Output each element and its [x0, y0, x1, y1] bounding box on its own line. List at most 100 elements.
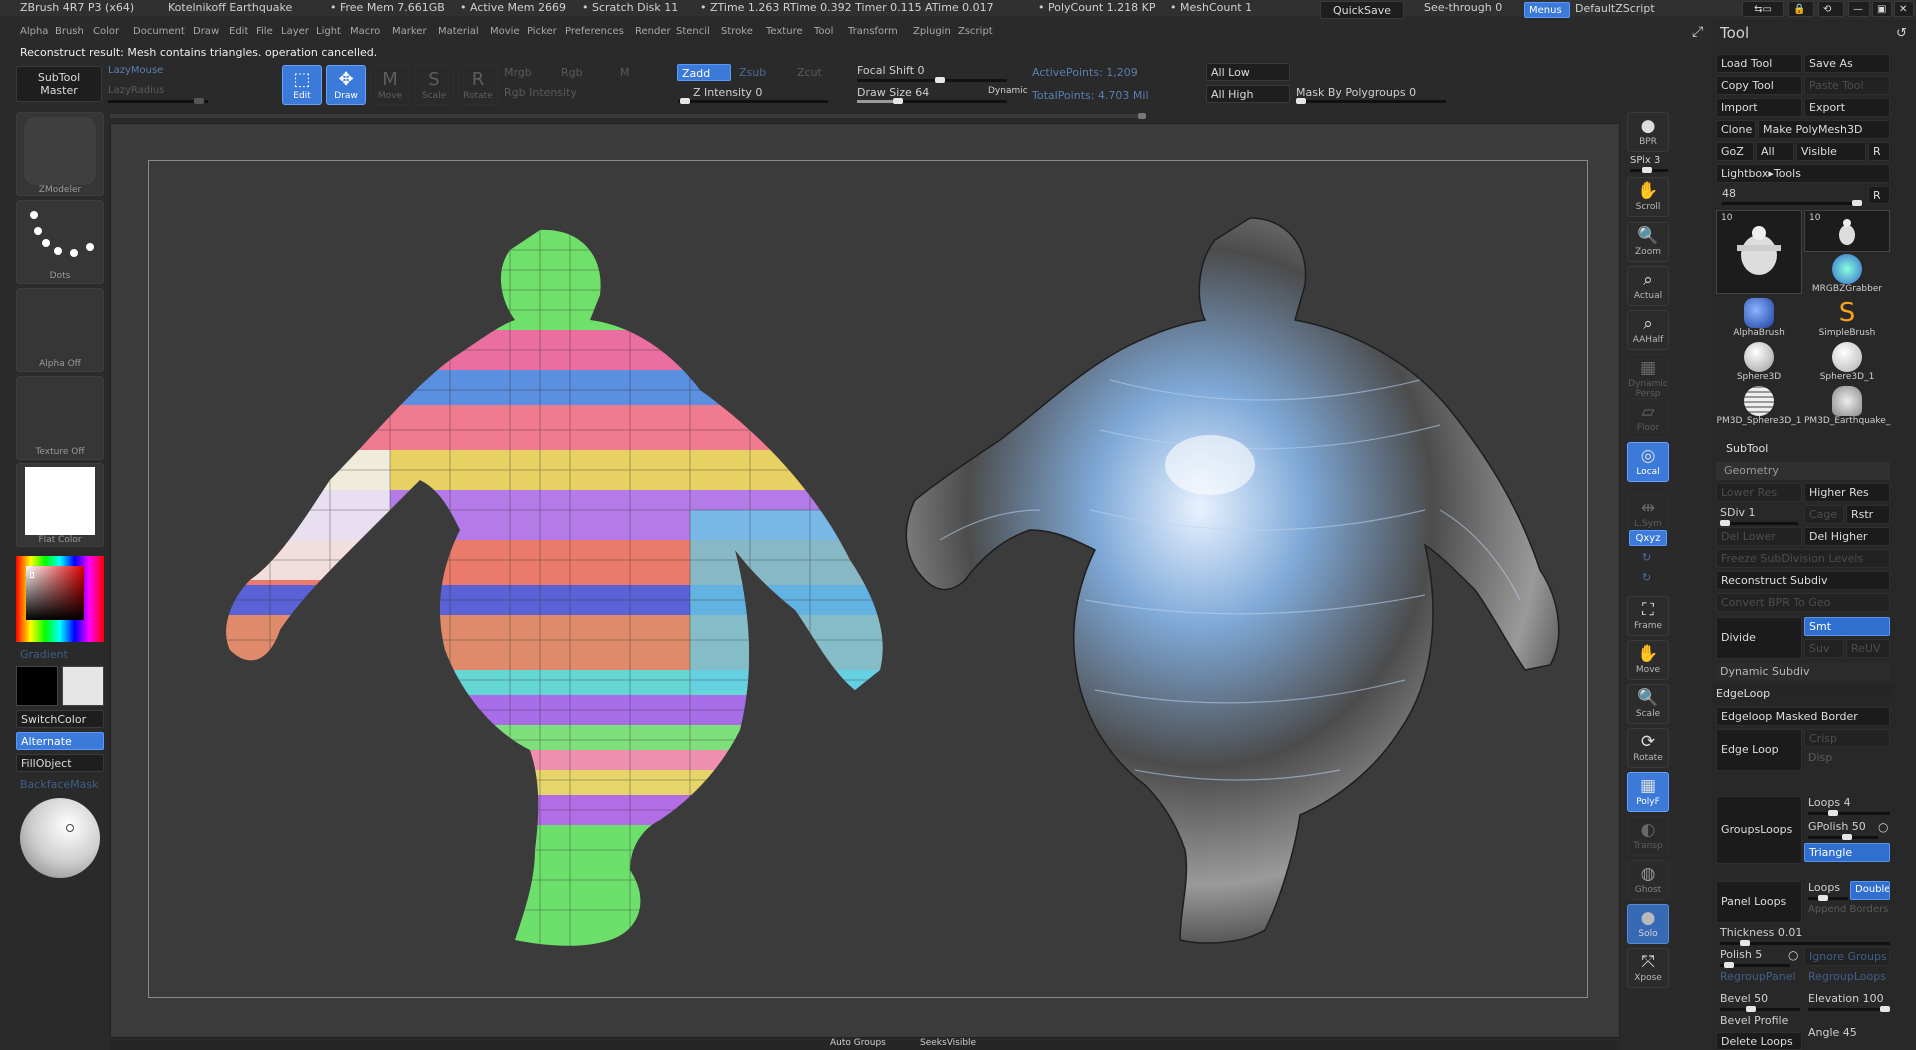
gpolish-slider[interactable]: GPolish 50 [1808, 820, 1866, 833]
menu-stencil[interactable]: Stencil [676, 26, 710, 37]
solo-button[interactable]: ● Solo [1627, 904, 1669, 944]
menu-color[interactable]: Color [93, 26, 119, 37]
menu-movie[interactable]: Movie [490, 26, 520, 37]
draw-size-track[interactable] [857, 98, 1007, 104]
zcut-button[interactable]: Zcut [797, 66, 822, 79]
sdiv-slider[interactable]: SDiv 1 [1720, 506, 1756, 519]
lower-res-button[interactable]: Lower Res [1716, 483, 1802, 502]
thickness-track[interactable] [1720, 940, 1890, 946]
mask-by-polygroups-track[interactable] [1296, 98, 1446, 104]
auto-groups-button[interactable]: Auto Groups [830, 1038, 886, 1048]
polyf-button[interactable]: ▦ PolyF [1627, 772, 1669, 812]
loops-track[interactable] [1808, 810, 1890, 816]
mask-by-polygroups-slider[interactable]: Mask By Polygroups 0 [1296, 86, 1416, 99]
tool-count-track[interactable] [1722, 200, 1862, 206]
panel-loops-slider[interactable]: Loops [1808, 881, 1840, 894]
fillobject-button[interactable]: FillObject [16, 754, 104, 772]
backfacemask-button[interactable]: BackfaceMask [20, 778, 98, 791]
rstr-button[interactable]: Rstr [1846, 505, 1890, 524]
scroll-button[interactable]: ✋ Scroll [1627, 177, 1669, 217]
panel-loops-button[interactable]: Panel Loops [1716, 881, 1802, 923]
lazyradius-slider[interactable]: LazyRadius [108, 85, 164, 96]
polish-toggle-icon[interactable]: ○ [1788, 948, 1798, 962]
subtool-section-header[interactable]: SubTool [1726, 442, 1768, 455]
brush-button[interactable]: ZModeler [16, 112, 104, 196]
convert-bpr-button[interactable]: Convert BPR To Geo [1716, 593, 1890, 612]
floor-button[interactable]: ▱ Floor [1627, 398, 1669, 438]
paste-tool-button[interactable]: Paste Tool [1804, 76, 1890, 95]
triangle-toggle[interactable]: Triangle [1804, 843, 1890, 862]
menu-brush[interactable]: Brush [55, 26, 84, 37]
polish-track[interactable] [1720, 962, 1790, 968]
texture-button[interactable]: Texture Off [16, 376, 104, 460]
rotate-z-icon[interactable]: ↻ [1642, 571, 1651, 584]
smt-toggle[interactable]: Smt [1804, 617, 1890, 636]
gradient-button[interactable]: Gradient [20, 648, 68, 661]
bevel-profile-header[interactable]: Bevel Profile [1720, 1014, 1788, 1027]
color-sv-square[interactable] [26, 566, 84, 620]
material-button[interactable]: Flat Color [16, 463, 104, 547]
rotate-view-button[interactable]: ⟳ Rotate [1627, 728, 1669, 768]
tool-count-slider[interactable]: 48 [1722, 187, 1736, 200]
light-position-dot[interactable] [66, 824, 74, 832]
save-as-button[interactable]: Save As [1804, 54, 1890, 73]
dynamic-subdiv-header[interactable]: Dynamic Subdiv [1716, 663, 1890, 681]
tool-thumb-pm3d-earthquake[interactable]: PM3D_Earthquake_ [1804, 386, 1890, 428]
menu-marker[interactable]: Marker [392, 26, 427, 37]
menu-texture[interactable]: Texture [766, 26, 803, 37]
elevation-track[interactable] [1808, 1006, 1890, 1012]
polygroup-figure[interactable] [210, 210, 890, 950]
move-mode-button[interactable]: M Move [370, 65, 410, 105]
color-picker[interactable] [16, 556, 104, 642]
scale-view-button[interactable]: 🔍 Scale [1627, 684, 1669, 724]
regroup-panel-toggle[interactable]: RegroupPanel [1720, 970, 1796, 983]
tool-thumb-earthquake[interactable]: 10 [1716, 210, 1802, 294]
del-lower-button[interactable]: Del Lower [1716, 527, 1802, 546]
clone-button[interactable]: Clone [1716, 120, 1756, 139]
divide-button[interactable]: Divide [1716, 617, 1802, 659]
menu-picker[interactable]: Picker [527, 26, 557, 37]
subtool-master-button[interactable]: SubTool Master [16, 66, 102, 102]
higher-res-button[interactable]: Higher Res [1804, 483, 1890, 502]
menus-button[interactable]: Menus [1524, 2, 1570, 18]
maximize-icon[interactable]: ▣ [1872, 1, 1892, 17]
ghost-button[interactable]: ◍ Ghost [1627, 860, 1669, 900]
thickness-slider[interactable]: Thickness 0.01 [1720, 926, 1802, 939]
gpolish-track[interactable] [1808, 834, 1878, 840]
transp-button[interactable]: ◐ Transp [1627, 816, 1669, 856]
all-low-button[interactable]: All Low [1206, 63, 1290, 81]
delete-loops-button[interactable]: Delete Loops [1716, 1032, 1802, 1050]
aahalf-button[interactable]: ⌕ AAHalf [1627, 310, 1669, 350]
menu-layer[interactable]: Layer [281, 26, 309, 37]
menu-macro[interactable]: Macro [350, 26, 380, 37]
mrgb-button[interactable]: Mrgb [504, 66, 532, 79]
z-intensity-track[interactable] [678, 98, 828, 104]
freeze-subdiv-button[interactable]: Freeze SubDivision Levels [1716, 549, 1890, 568]
alternate-button[interactable]: Alternate [16, 732, 104, 750]
close-icon[interactable]: ✕ [1894, 1, 1914, 17]
append-borders-toggle[interactable]: Append Borders [1808, 904, 1888, 915]
menu-transform[interactable]: Transform [848, 26, 898, 37]
goz-all-button[interactable]: All [1756, 142, 1794, 161]
export-button[interactable]: Export [1804, 98, 1890, 117]
loops-slider[interactable]: Loops 4 [1808, 796, 1851, 809]
menu-edit[interactable]: Edit [229, 26, 248, 37]
suv-toggle[interactable]: Suv [1804, 639, 1844, 658]
disp-slider[interactable]: Disp [1808, 751, 1832, 764]
geometry-header[interactable]: Geometry [1716, 462, 1890, 480]
goz-button[interactable]: GoZ [1716, 142, 1754, 161]
seeks-visible-button[interactable]: SeeksVisible [920, 1038, 976, 1048]
menu-material[interactable]: Material [438, 26, 479, 37]
tool-thumb-earthquake-2[interactable]: 10 [1804, 210, 1890, 252]
panel-loops-track[interactable] [1808, 895, 1848, 901]
elevation-slider[interactable]: Elevation 100 [1808, 992, 1884, 1005]
tool-r-button[interactable]: R [1868, 186, 1890, 204]
lsym-button[interactable]: ⇹ L.Sym [1627, 494, 1669, 534]
main-color-swatch[interactable] [16, 666, 58, 706]
menu-zplugin[interactable]: Zplugin [913, 26, 951, 37]
edit-mode-button[interactable]: ⬚ Edit [282, 65, 322, 105]
matcap-sphere-icon[interactable] [20, 798, 100, 878]
panel-reset-icon[interactable]: ↺ [1896, 26, 1907, 41]
xyz-button[interactable]: Qxyz [1629, 530, 1667, 546]
menu-document[interactable]: Document [133, 26, 185, 37]
